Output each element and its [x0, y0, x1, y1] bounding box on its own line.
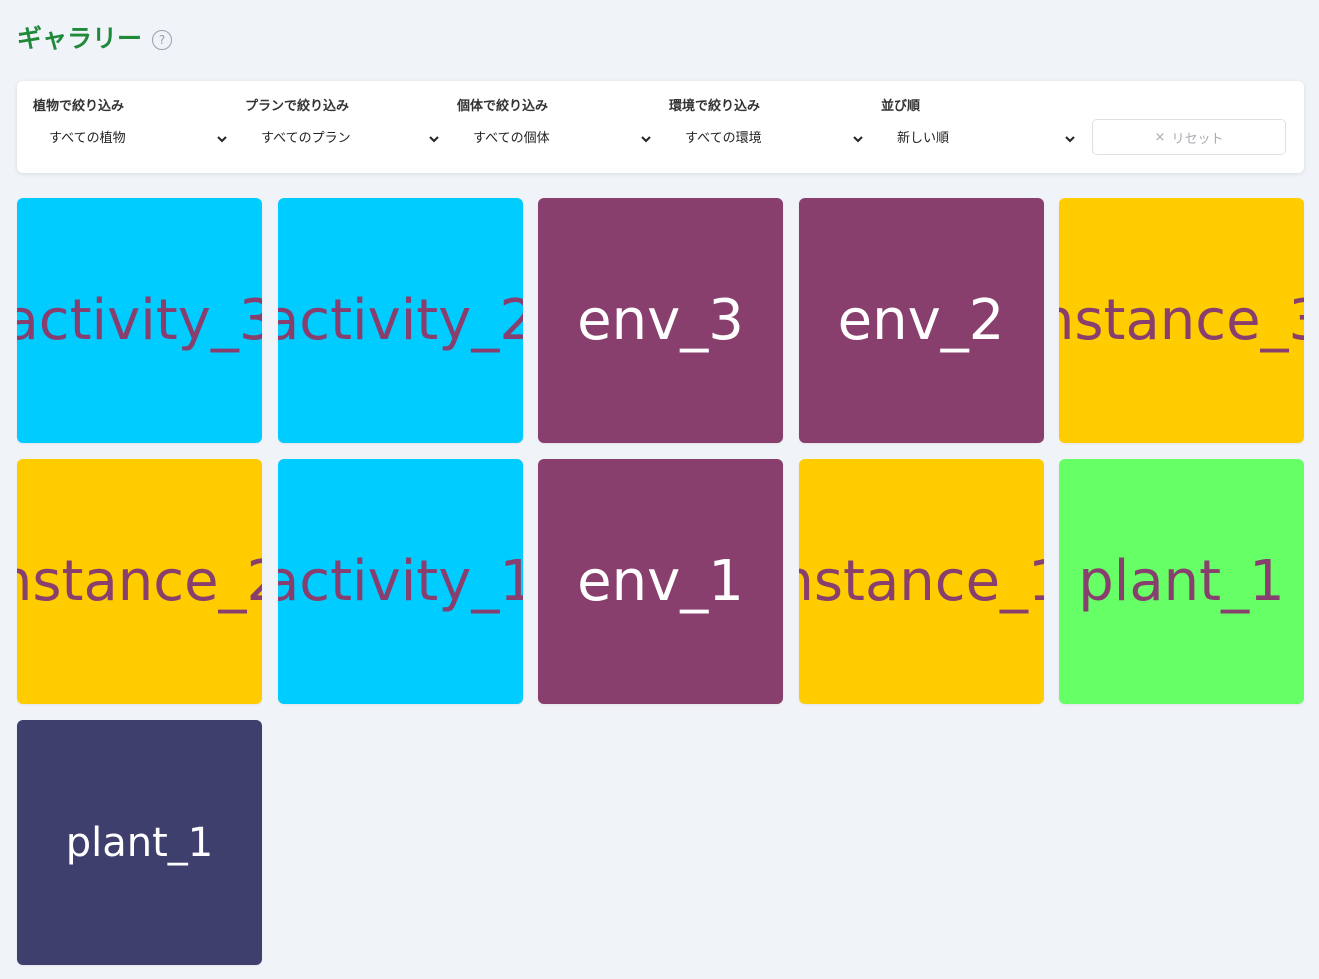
gallery-tile-label: nstance_1 — [799, 548, 1044, 614]
environment-filter-label: 環境で絞り込み — [669, 99, 761, 114]
gallery-tile[interactable]: nstance_2 — [17, 459, 262, 704]
gallery-tile[interactable]: env_3 — [538, 198, 783, 443]
gallery-tile[interactable]: activity_1 — [277, 459, 523, 704]
plant-filter-label: 植物で絞り込み — [33, 99, 125, 114]
plant-filter-value: すべての植物 — [49, 131, 126, 146]
chevron-down-icon — [429, 136, 439, 143]
gallery-tile-label: activity_3 — [17, 287, 262, 353]
environment-filter-select[interactable]: すべての環境 — [669, 128, 865, 150]
help-icon[interactable]: ? — [152, 30, 173, 50]
gallery-tile[interactable]: activity_2 — [277, 198, 523, 443]
plan-filter-value: すべてのプラン — [261, 131, 351, 146]
gallery-tile-label: env_1 — [577, 548, 744, 614]
plant-filter: 植物で絞り込み すべての植物 — [33, 97, 229, 150]
sort-order-value: 新しい順 — [897, 131, 950, 146]
reset-button[interactable]: × リセット — [1092, 119, 1286, 155]
gallery-tile-label: env_2 — [837, 287, 1005, 353]
chevron-down-icon — [641, 136, 651, 143]
individual-filter-value: すべての個体 — [473, 131, 550, 146]
chevron-down-icon — [853, 136, 863, 143]
reset-button-label: リセット — [1171, 131, 1224, 147]
gallery-tile-label: activity_1 — [277, 548, 523, 614]
environment-filter-value: すべての環境 — [685, 131, 762, 146]
gallery-tile[interactable]: env_1 — [538, 459, 783, 704]
individual-filter-label: 個体で絞り込み — [457, 99, 549, 114]
gallery-tile[interactable]: activity_3 — [17, 198, 262, 443]
plan-filter-select[interactable]: すべてのプラン — [245, 128, 441, 150]
individual-filter: 個体で絞り込み すべての個体 — [457, 97, 653, 150]
filter-panel: 植物で絞り込み すべての植物 プランで絞り込み すべてのプラン 個体で絞り込み … — [17, 81, 1304, 173]
gallery-tile[interactable]: env_2 — [798, 198, 1044, 443]
gallery-tile[interactable]: plant_1 — [1059, 459, 1304, 704]
gallery-tile-label: nstance_3 — [1059, 287, 1304, 353]
plan-filter-label: プランで絞り込み — [245, 99, 350, 114]
page-title: ギャラリー — [17, 24, 143, 53]
sort-filter: 並び順 新しい順 — [881, 97, 1077, 150]
chevron-down-icon — [1065, 136, 1075, 143]
sort-order-select[interactable]: 新しい順 — [881, 128, 1077, 150]
gallery-tile[interactable]: plant_1 — [17, 720, 262, 965]
sort-filter-label: 並び順 — [881, 99, 921, 114]
close-icon: × — [1154, 129, 1166, 145]
gallery-tile[interactable]: nstance_3 — [1059, 198, 1304, 443]
gallery-tile-label: plant_1 — [1078, 548, 1285, 614]
plan-filter: プランで絞り込み すべてのプラン — [245, 97, 441, 150]
individual-filter-select[interactable]: すべての個体 — [457, 128, 653, 150]
plant-filter-select[interactable]: すべての植物 — [33, 128, 229, 150]
gallery-tile[interactable]: nstance_1 — [798, 459, 1044, 704]
gallery-tile-label: nstance_2 — [17, 548, 262, 614]
gallery-tile-label: activity_2 — [277, 287, 523, 353]
environment-filter: 環境で絞り込み すべての環境 — [669, 97, 865, 150]
gallery-grid: activity_3 activity_2 env_3 env_2 nstanc… — [17, 198, 1304, 965]
page-header: ギャラリー ? — [17, 22, 173, 56]
gallery-tile-label: plant_1 — [65, 819, 214, 866]
chevron-down-icon — [217, 136, 227, 143]
gallery-tile-label: env_3 — [577, 287, 744, 353]
